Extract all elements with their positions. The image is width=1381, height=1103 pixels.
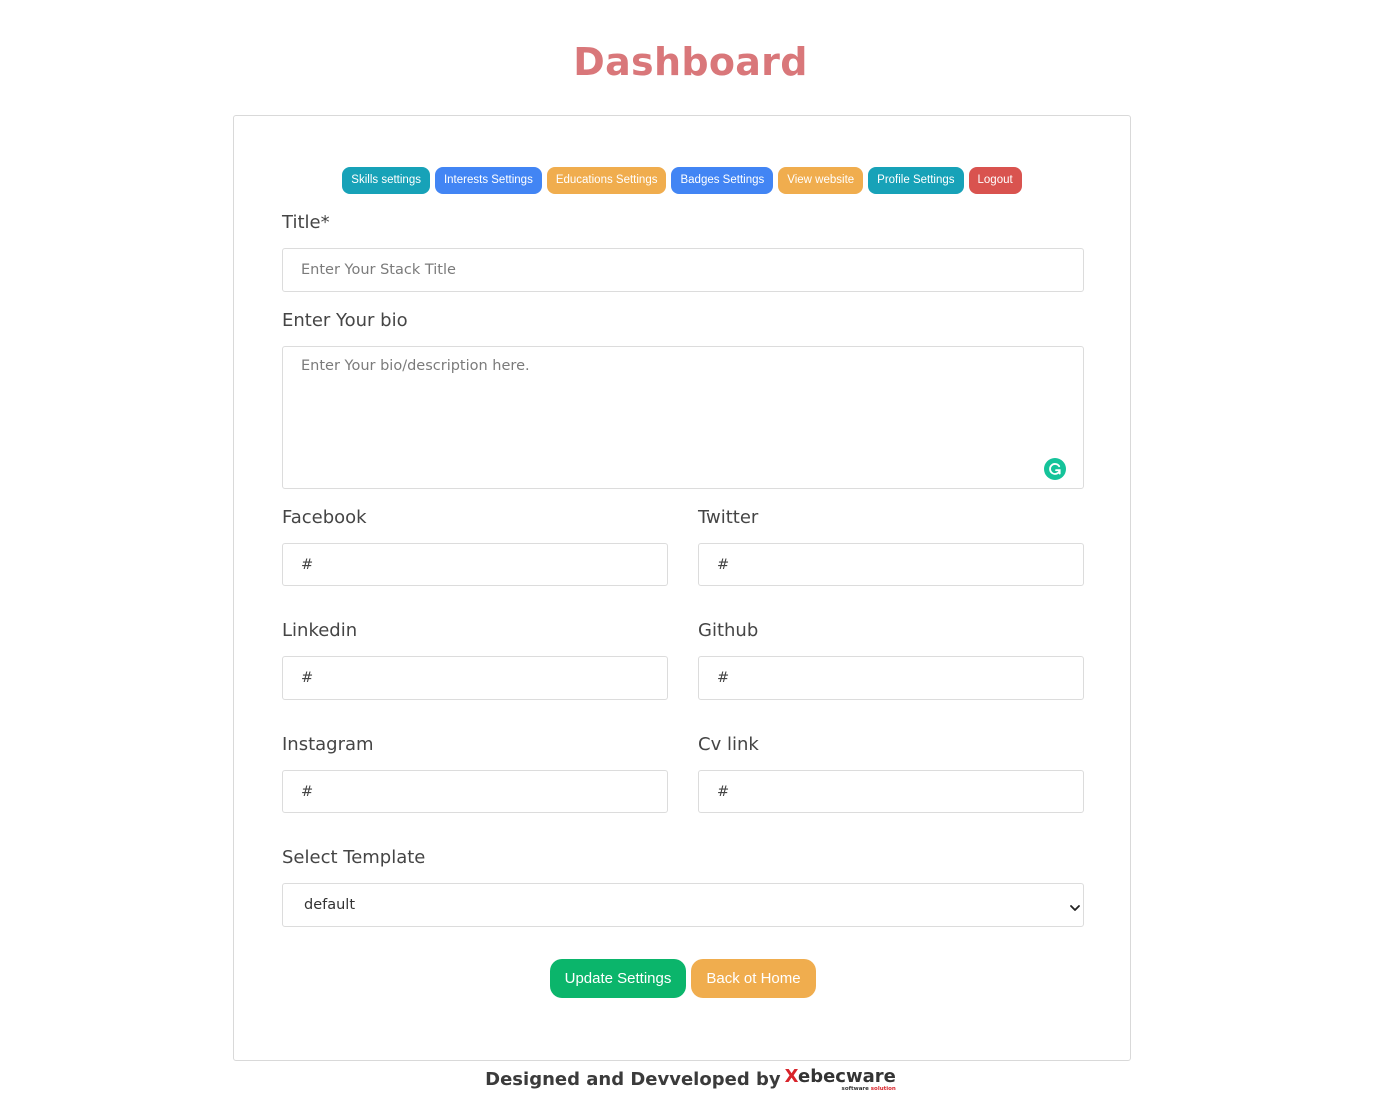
facebook-label: Facebook bbox=[282, 507, 367, 528]
back-to-home-button[interactable]: Back ot Home bbox=[691, 959, 816, 998]
linkedin-label: Linkedin bbox=[282, 620, 358, 641]
twitter-label: Twitter bbox=[698, 507, 759, 528]
chevron-down-icon bbox=[1069, 899, 1081, 911]
template-select[interactable]: default bbox=[282, 883, 1084, 927]
brand-sub-software: software bbox=[841, 1086, 869, 1092]
github-label: Github bbox=[698, 620, 759, 641]
badges-settings-button[interactable]: Badges Settings bbox=[671, 167, 774, 194]
instagram-input[interactable] bbox=[282, 770, 668, 813]
cv-link-input[interactable] bbox=[698, 770, 1084, 813]
brand-name: ebecware bbox=[798, 1066, 896, 1087]
brand-x: X bbox=[784, 1066, 798, 1087]
educations-settings-button[interactable]: Educations Settings bbox=[546, 167, 667, 194]
github-input[interactable] bbox=[698, 656, 1084, 700]
instagram-label: Instagram bbox=[282, 734, 374, 755]
update-settings-button[interactable]: Update Settings bbox=[550, 959, 686, 998]
facebook-input[interactable] bbox=[282, 543, 668, 586]
cv-link-label: Cv link bbox=[698, 734, 759, 755]
interests-settings-button[interactable]: Interests Settings bbox=[434, 167, 542, 194]
skills-settings-button[interactable]: Skills settings bbox=[342, 167, 430, 194]
twitter-input[interactable] bbox=[698, 543, 1084, 586]
settings-nav: Skills settings Interests Settings Educa… bbox=[234, 167, 1130, 194]
brand-sub-solution: solution bbox=[870, 1086, 896, 1092]
page-title: Dashboard bbox=[573, 40, 808, 84]
xebecware-logo[interactable]: Xebecware software solution bbox=[784, 1066, 896, 1093]
settings-card: Skills settings Interests Settings Educa… bbox=[233, 115, 1131, 1061]
bio-label: Enter Your bio bbox=[282, 310, 408, 331]
select-template-label: Select Template bbox=[282, 847, 426, 868]
grammarly-icon[interactable] bbox=[1044, 458, 1066, 480]
title-label: Title* bbox=[282, 212, 330, 233]
view-website-button[interactable]: View website bbox=[778, 167, 864, 194]
logout-button[interactable]: Logout bbox=[968, 167, 1022, 194]
profile-settings-button[interactable]: Profile Settings bbox=[868, 167, 964, 194]
footer: Designed and Devveloped by Xebecware sof… bbox=[0, 1066, 1381, 1093]
footer-text: Designed and Devveloped by bbox=[485, 1069, 781, 1090]
bio-textarea[interactable] bbox=[282, 346, 1084, 489]
title-input[interactable] bbox=[282, 248, 1084, 292]
linkedin-input[interactable] bbox=[282, 656, 668, 700]
